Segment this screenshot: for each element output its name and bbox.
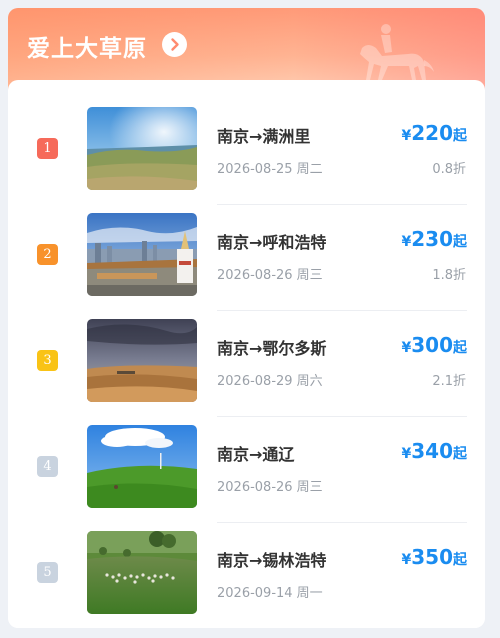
chevron-right-icon[interactable] [162,32,187,57]
list-item[interactable]: 1 南京→满洲里 2026-08-25 周二 ¥220起 0.8折 [8,99,485,205]
rank-badge: 5 [37,562,58,583]
discount: 0.8折 [432,162,466,177]
rank-badge: 3 [37,350,58,371]
departure-date: 2026-08-26 周三 [217,480,323,495]
list-item[interactable]: 4 南京→通辽 2026-08-26 周三 ¥340起 [8,417,485,523]
price[interactable]: ¥340起 [402,439,468,463]
list-item[interactable]: 5 南京→锡林浩特 2026-09-14 周一 ¥350起 [8,523,485,628]
price[interactable]: ¥300起 [402,333,468,357]
grassland-card: 爱上大草原 1 南京→满洲里 2026-08-25 周二 ¥220起 0.8折 … [8,8,485,628]
departure-date: 2026-08-29 周六 [217,374,323,389]
price[interactable]: ¥350起 [402,545,468,569]
route-title[interactable]: 南京→鄂尔多斯 [217,335,326,359]
rank-badge: 2 [37,244,58,265]
route-title[interactable]: 南京→通辽 [217,441,294,465]
route-title[interactable]: 南京→锡林浩特 [217,547,326,571]
price[interactable]: ¥230起 [402,227,468,251]
route-title[interactable]: 南京→呼和浩特 [217,229,326,253]
route-image[interactable] [87,107,197,190]
rank-badge: 1 [37,138,58,159]
route-image[interactable] [87,531,197,614]
discount: 2.1折 [432,374,466,389]
route-list: 1 南京→满洲里 2026-08-25 周二 ¥220起 0.8折 2 南京→呼… [8,80,485,628]
departure-date: 2026-08-26 周三 [217,268,323,283]
card-title[interactable]: 爱上大草原 [27,29,147,63]
route-image[interactable] [87,213,197,296]
discount: 1.8折 [432,268,466,283]
departure-date: 2026-09-14 周一 [217,586,323,601]
departure-date: 2026-08-25 周二 [217,162,323,177]
list-item[interactable]: 3 南京→鄂尔多斯 2026-08-29 周六 ¥300起 2.1折 [8,311,485,417]
route-image[interactable] [87,319,197,402]
list-item[interactable]: 2 南京→呼和浩特 2026-08-26 周三 ¥230起 1.8折 [8,205,485,311]
rank-badge: 4 [37,456,58,477]
horse-rider-icon [360,24,434,80]
route-title[interactable]: 南京→满洲里 [217,123,310,147]
route-image[interactable] [87,425,197,508]
price[interactable]: ¥220起 [402,121,468,145]
